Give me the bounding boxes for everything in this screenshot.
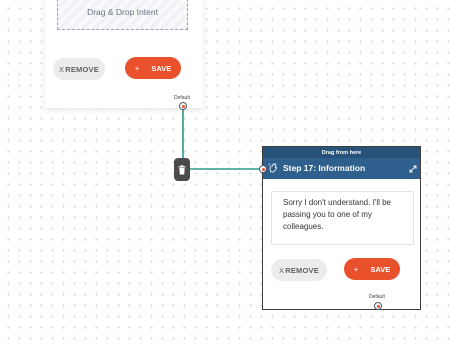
- step-header[interactable]: Drag from here Step 17: Information: [263, 147, 420, 179]
- drop-zone-label: Drag & Drop Intent: [87, 6, 158, 17]
- default-port-label: Default: [369, 294, 385, 300]
- close-icon: X: [279, 265, 285, 275]
- expand-arrows-icon[interactable]: [409, 165, 417, 173]
- drag-handle[interactable]: Drag from here: [263, 147, 420, 158]
- delete-connection-button[interactable]: [174, 158, 190, 181]
- intent-node-card: Drag & Drop Intent X REMOVE + SAVE: [45, 0, 203, 108]
- step-title: Step 17: Information: [283, 163, 366, 173]
- remove-button[interactable]: X REMOVE: [271, 259, 327, 281]
- default-output-port[interactable]: [374, 302, 382, 310]
- message-text[interactable]: Sorry I don't understand. I'll be passin…: [271, 191, 414, 245]
- save-button[interactable]: + SAVE: [344, 258, 400, 280]
- close-icon: X: [59, 64, 65, 74]
- plus-icon: +: [353, 264, 359, 274]
- waving-hand-icon: [268, 163, 278, 173]
- default-port-label: Default: [174, 95, 190, 101]
- save-button-label: SAVE: [370, 264, 391, 274]
- drop-intent-zone[interactable]: Drag & Drop Intent: [57, 0, 188, 30]
- remove-button-label: REMOVE: [65, 64, 99, 74]
- step-node-card: Drag from here Step 17: Information Sorr…: [262, 146, 421, 310]
- save-button-label: SAVE: [151, 63, 172, 73]
- trash-icon: [178, 164, 186, 174]
- remove-button[interactable]: X REMOVE: [53, 58, 105, 80]
- plus-icon: +: [134, 63, 140, 73]
- save-button[interactable]: + SAVE: [125, 57, 181, 79]
- remove-button-label: REMOVE: [285, 265, 319, 275]
- input-port[interactable]: [259, 165, 267, 173]
- default-output-port[interactable]: [179, 102, 187, 110]
